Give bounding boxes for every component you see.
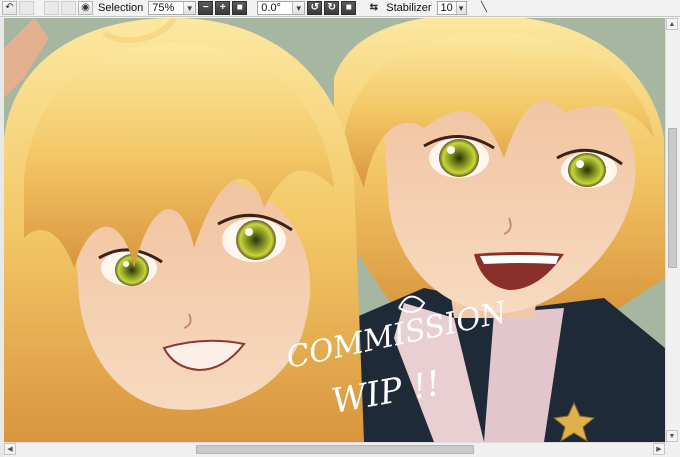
zoom-value: 75% [152,2,175,14]
zoom-out-icon[interactable]: − [198,1,214,15]
rotate-ccw-icon[interactable]: ↺ [307,1,323,15]
blank-icon[interactable] [61,1,76,15]
stabilizer-value: 10 [440,2,453,14]
horizontal-scroll-thumb[interactable] [196,445,474,454]
rotation-value: 0.0° [261,2,281,14]
top-toolbar: ↶ ◉ Selection 75% ▼ − + ■ 0.0° ▼ ↺ ↻ ■ ⇆… [0,0,680,17]
scroll-right-icon[interactable]: ▶ [653,443,665,455]
scroll-up-icon[interactable]: ▲ [666,18,678,30]
scroll-left-icon[interactable]: ◀ [4,443,16,455]
rotation-select[interactable]: 0.0° ▼ [257,1,306,15]
chevron-down-icon[interactable]: ▼ [183,2,196,14]
rotate-reset-icon[interactable]: ■ [341,1,357,15]
stabilizer-label: Stabilizer [386,2,432,14]
artwork: COMMISSION WIP !! [4,18,665,442]
blank-icon[interactable] [19,1,34,15]
scrollbar-corner [665,442,680,457]
paint-app-window: ↶ ◉ Selection 75% ▼ − + ■ 0.0° ▼ ↺ ↻ ■ ⇆… [0,0,680,457]
chevron-down-icon[interactable]: ▼ [292,2,305,14]
vertical-scroll-thumb[interactable] [668,128,677,268]
line-tool-icon[interactable]: ╲ [477,1,492,15]
vertical-scrollbar[interactable]: ▲ ▼ [665,18,678,442]
stabilizer-select[interactable]: 10 ▼ [436,1,467,15]
scroll-down-icon[interactable]: ▼ [666,430,678,442]
right-character-left-eye [439,139,479,177]
selection-label: Selection [98,2,144,14]
rotate-cw-icon[interactable]: ↻ [324,1,340,15]
blank-icon[interactable] [44,1,59,15]
horizontal-scrollbar[interactable]: ◀ ▶ [4,442,665,455]
eye-icon[interactable]: ◉ [78,1,93,15]
drawing-canvas[interactable]: COMMISSION WIP !! [4,18,665,442]
right-character-right-eye [568,153,606,187]
undo-icon[interactable]: ↶ [2,1,17,15]
zoom-reset-icon[interactable]: ■ [232,1,248,15]
swap-icon[interactable]: ⇆ [366,1,381,15]
left-character-right-eye [236,220,276,260]
zoom-in-icon[interactable]: + [215,1,231,15]
zoom-select[interactable]: 75% ▼ [148,1,197,15]
chevron-down-icon[interactable]: ▼ [455,2,466,14]
